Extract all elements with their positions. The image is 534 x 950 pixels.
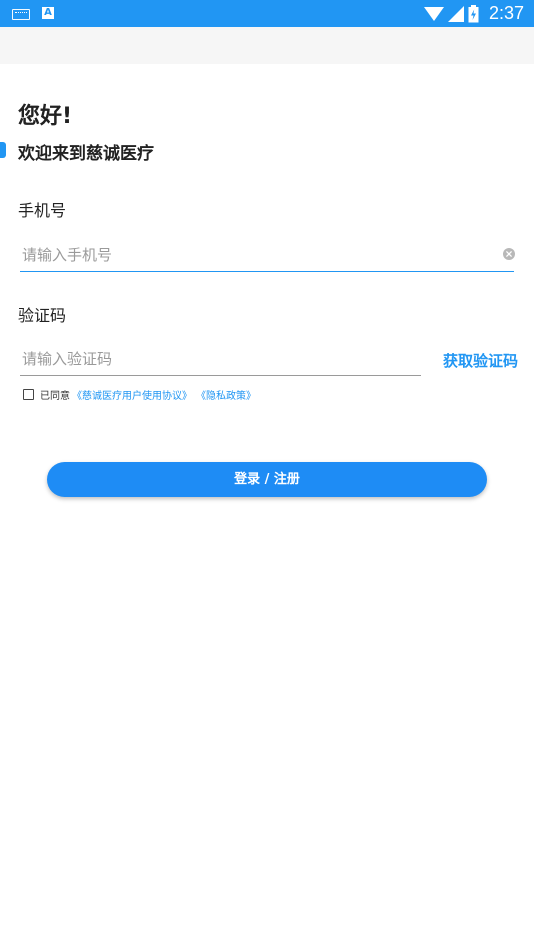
battery-icon: [468, 4, 479, 22]
clear-icon[interactable]: [503, 248, 515, 260]
phone-input[interactable]: [20, 241, 516, 269]
font-icon: A: [42, 7, 54, 19]
code-field: [20, 345, 423, 376]
signal-icon: [447, 5, 464, 22]
greeting-title: 您好!: [18, 104, 73, 129]
user-agreement-link[interactable]: 《慈诚医疗用户使用协议》: [72, 387, 192, 402]
code-label: 验证码: [18, 306, 67, 325]
agreement-row: 已同意 《慈诚医疗用户使用协议》 《隐私政策》: [23, 387, 260, 402]
privacy-policy-link[interactable]: 《隐私政策》: [196, 387, 256, 402]
get-code-button[interactable]: 获取验证码: [443, 350, 518, 371]
code-input[interactable]: [20, 345, 423, 373]
welcome-subtitle: 欢迎来到慈诚医疗: [18, 144, 154, 164]
app-bar: [0, 27, 534, 64]
phone-label: 手机号: [18, 201, 67, 220]
status-time: 2:37: [488, 3, 524, 23]
login-register-button[interactable]: 登录 / 注册: [47, 462, 487, 497]
status-bar: A 2:37: [0, 0, 534, 27]
keyboard-icon: [12, 9, 30, 20]
phone-field: [20, 241, 516, 272]
wifi-icon: [423, 6, 444, 21]
welcome-indicator: [0, 142, 6, 158]
agreement-prefix: 已同意: [40, 391, 70, 402]
agreement-checkbox[interactable]: [23, 389, 34, 400]
status-left-icons: A: [12, 6, 54, 20]
status-right-icons: 2:37: [423, 1, 524, 26]
